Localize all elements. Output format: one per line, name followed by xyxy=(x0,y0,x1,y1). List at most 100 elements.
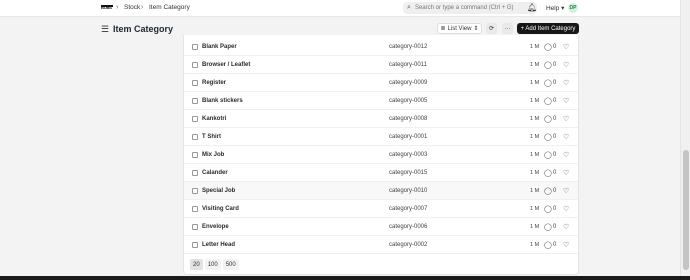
row-modified: 1 M xyxy=(530,241,540,248)
list-row[interactable]: Visiting Card category-0007 1 M ◯ 0 ♡ xyxy=(184,200,578,218)
list-row[interactable]: T Shirt category-0001 1 M ◯ 0 ♡ xyxy=(184,128,578,146)
row-checkbox[interactable] xyxy=(192,61,198,68)
app-logo[interactable]: BOBS xyxy=(101,5,113,11)
row-name[interactable]: Blank stickers xyxy=(202,98,243,104)
comment-icon[interactable]: ◯ xyxy=(544,79,552,87)
comment-icon[interactable]: ◯ xyxy=(544,61,552,69)
help-menu[interactable]: Help ▾ xyxy=(546,4,564,12)
page-length-500[interactable]: 500 xyxy=(222,259,239,270)
row-checkbox[interactable] xyxy=(192,241,198,248)
row-checkbox[interactable] xyxy=(192,79,198,86)
heart-icon[interactable]: ♡ xyxy=(563,79,569,87)
heart-icon[interactable]: ♡ xyxy=(563,133,569,141)
hamburger-icon[interactable]: ☰ xyxy=(101,25,109,34)
row-modified: 1 M xyxy=(530,79,540,86)
more-button[interactable]: ··· xyxy=(502,23,513,34)
row-checkbox[interactable] xyxy=(192,97,198,104)
breadcrumb-item-category[interactable]: Item Category xyxy=(149,4,190,11)
row-id: category-0001 xyxy=(389,133,428,140)
row-id: category-0015 xyxy=(389,169,428,176)
row-checkbox[interactable] xyxy=(192,205,198,212)
row-modified: 1 M xyxy=(530,205,540,212)
heart-icon[interactable]: ♡ xyxy=(563,205,569,213)
page-title: Item Category xyxy=(113,24,174,34)
heart-icon[interactable]: ♡ xyxy=(563,151,569,159)
row-name[interactable]: Envelope xyxy=(202,224,229,230)
row-checkbox[interactable] xyxy=(192,115,198,122)
row-id: category-0005 xyxy=(389,97,428,104)
heart-icon[interactable]: ♡ xyxy=(563,97,569,105)
row-name[interactable]: Letter Head xyxy=(202,242,235,248)
page-length-100[interactable]: 100 xyxy=(204,259,221,270)
row-checkbox[interactable] xyxy=(192,223,198,230)
row-modified: 1 M xyxy=(530,97,540,104)
row-name[interactable]: Visiting Card xyxy=(202,206,239,212)
row-id: category-0009 xyxy=(389,79,428,86)
row-name[interactable]: Kankotri xyxy=(202,116,226,122)
comment-icon[interactable]: ◯ xyxy=(544,223,552,231)
list-icon: ≣ xyxy=(440,26,446,32)
row-checkbox[interactable] xyxy=(192,169,198,176)
top-navbar: BOBS › Stock › Item Category ⌕ Search or… xyxy=(0,0,680,17)
row-modified: 1 M xyxy=(530,187,540,194)
heart-icon[interactable]: ♡ xyxy=(563,187,569,195)
row-name[interactable]: Blank Paper xyxy=(202,44,237,50)
row-checkbox[interactable] xyxy=(192,151,198,158)
comment-count: 0 xyxy=(553,169,557,176)
list-view-button[interactable]: ≣ List View ⇕ xyxy=(437,23,482,34)
list-row[interactable]: Calander category-0015 1 M ◯ 0 ♡ xyxy=(184,164,578,182)
row-checkbox[interactable] xyxy=(192,133,198,140)
row-name[interactable]: Register xyxy=(202,80,226,86)
row-name[interactable]: Browser / Leaflet xyxy=(202,62,250,68)
search-input[interactable]: ⌕ Search or type a command (Ctrl + G) xyxy=(403,2,537,14)
comment-count: 0 xyxy=(553,97,557,104)
list-row[interactable]: Register category-0009 1 M ◯ 0 ♡ xyxy=(184,74,578,92)
scrollbar[interactable] xyxy=(680,0,690,280)
list-row[interactable]: Browser / Leaflet category-0011 1 M ◯ 0 ♡ xyxy=(184,56,578,74)
row-id: category-0012 xyxy=(389,43,428,50)
comment-icon[interactable]: ◯ xyxy=(544,133,552,141)
avatar[interactable]: DP xyxy=(568,3,578,13)
comment-icon[interactable]: ◯ xyxy=(544,169,552,177)
row-id: category-0010 xyxy=(389,187,428,194)
list-row[interactable]: Letter Head category-0002 1 M ◯ 0 ♡ xyxy=(184,236,578,254)
row-id: category-0002 xyxy=(389,241,428,248)
heart-icon[interactable]: ♡ xyxy=(563,169,569,177)
row-checkbox[interactable] xyxy=(192,187,198,194)
bell-icon[interactable]: 🔔︎ xyxy=(527,3,537,12)
comment-icon[interactable]: ◯ xyxy=(544,97,552,105)
heart-icon[interactable]: ♡ xyxy=(563,223,569,231)
heart-icon[interactable]: ♡ xyxy=(563,241,569,249)
comment-icon[interactable]: ◯ xyxy=(544,241,552,249)
comment-icon[interactable]: ◯ xyxy=(544,187,552,195)
comment-icon[interactable]: ◯ xyxy=(544,151,552,159)
row-id: category-0011 xyxy=(389,61,427,68)
comment-icon[interactable]: ◯ xyxy=(544,43,552,51)
row-name[interactable]: Mix Job xyxy=(202,152,224,158)
list-panel: Blank Paper category-0012 1 M ◯ 0 ♡ Browser / … xyxy=(183,35,579,275)
row-name[interactable]: T Shirt xyxy=(202,134,221,140)
list-row[interactable]: Special Job category-0010 1 M ◯ 0 ♡ xyxy=(184,182,578,200)
row-name[interactable]: Calander xyxy=(202,170,228,176)
breadcrumb-stock[interactable]: Stock xyxy=(124,4,140,11)
heart-icon[interactable]: ♡ xyxy=(563,115,569,123)
list-row[interactable]: Envelope category-0006 1 M ◯ 0 ♡ xyxy=(184,218,578,236)
add-item-category-button[interactable]: + Add Item Category xyxy=(517,23,579,34)
list-row[interactable]: Blank Paper category-0012 1 M ◯ 0 ♡ xyxy=(184,38,578,56)
comment-icon[interactable]: ◯ xyxy=(544,205,552,213)
list-row[interactable]: Mix Job category-0003 1 M ◯ 0 ♡ xyxy=(184,146,578,164)
page-length-20[interactable]: 20 xyxy=(190,259,203,270)
row-id: category-0008 xyxy=(389,115,428,122)
chevron-right-icon: › xyxy=(141,4,144,11)
row-name[interactable]: Special Job xyxy=(202,188,235,194)
more-icon: ··· xyxy=(504,25,511,32)
comment-count: 0 xyxy=(553,61,557,68)
list-row[interactable]: Blank stickers category-0005 1 M ◯ 0 ♡ xyxy=(184,92,578,110)
refresh-button[interactable]: ⟳ xyxy=(486,23,497,34)
comment-icon[interactable]: ◯ xyxy=(544,115,552,123)
heart-icon[interactable]: ♡ xyxy=(563,43,569,51)
scrollbar-thumb[interactable] xyxy=(683,150,689,270)
heart-icon[interactable]: ♡ xyxy=(563,61,569,69)
list-row[interactable]: Kankotri category-0008 1 M ◯ 0 ♡ xyxy=(184,110,578,128)
row-checkbox[interactable] xyxy=(192,43,198,50)
